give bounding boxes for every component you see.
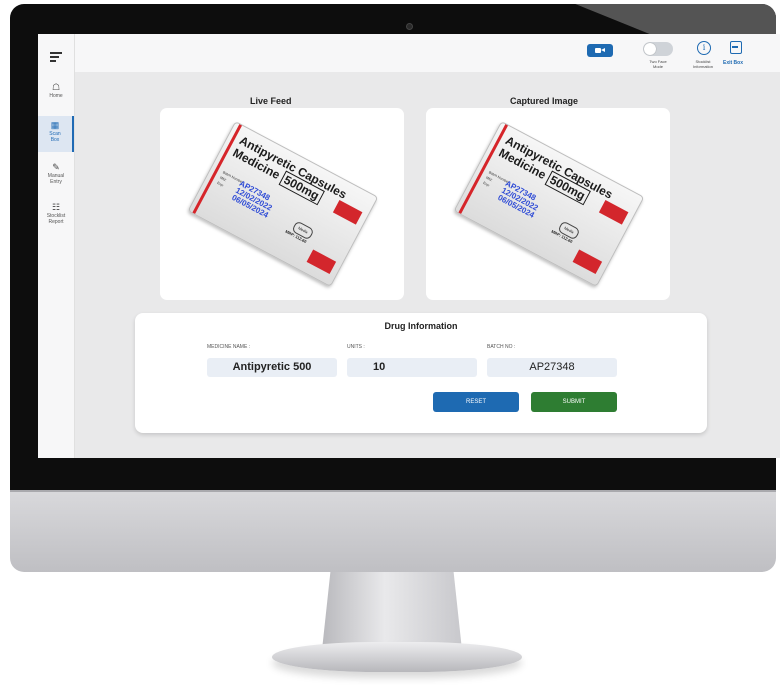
stocklist-information-button[interactable]: i <box>697 41 711 55</box>
exit-box-icon[interactable] <box>730 41 742 54</box>
monitor-chin <box>10 490 776 572</box>
medicine-pack-image: Antipyretic Capsules Medicine 500mg Batc… <box>187 120 379 288</box>
reset-button[interactable]: RESET <box>433 392 519 412</box>
sidebar-item-home[interactable]: ☖ Home <box>38 82 74 99</box>
two-face-mode-label: Two Face Mode <box>649 59 667 69</box>
submit-button[interactable]: SUBMIT <box>531 392 617 412</box>
live-feed-title: Live Feed <box>250 96 292 106</box>
app-screen: ☖ Home ▦ Scan Box ✎ Manual Entry ☷ Stock… <box>38 34 780 458</box>
sidebar-item-manual-entry[interactable]: ✎ Manual Entry <box>38 162 74 185</box>
two-face-mode-toggle[interactable] <box>643 42 673 56</box>
medicine-name-field[interactable]: Antipyretic 500 <box>207 358 337 377</box>
sidebar-item-label-line2: Report <box>48 219 64 225</box>
stocklist-information-label: Stocklist Information <box>692 59 713 69</box>
captured-image-title: Captured Image <box>510 96 579 106</box>
captured-image-panel: Antipyretic Capsules Medicine 500mg Batc… <box>426 108 670 300</box>
sidebar-item-label: Home <box>49 93 63 99</box>
camera-button[interactable] <box>587 44 613 57</box>
sidebar-item-label-line2: Box <box>50 137 60 143</box>
toggle-knob <box>644 43 656 55</box>
exit-box-label[interactable]: Exit Box <box>723 60 743 66</box>
home-icon: ☖ <box>51 82 61 92</box>
batch-no-field[interactable]: AP27348 <box>487 358 617 377</box>
top-bar: Two Face Mode i Stocklist Information Ex… <box>75 34 780 72</box>
sidebar: ☖ Home ▦ Scan Box ✎ Manual Entry ☷ Stock… <box>38 34 75 458</box>
monitor-stand-neck <box>322 572 462 650</box>
monitor-chin-edge <box>10 490 776 492</box>
drug-information-title: Drug Information <box>384 321 458 331</box>
units-label: UNITS : <box>347 344 365 350</box>
medicine-name-label: MEDICINE NAME : <box>207 344 251 350</box>
clipboard-icon: ☷ <box>51 202 61 212</box>
sidebar-item-scan-box[interactable]: ▦ Scan Box <box>38 116 74 152</box>
drug-information-card: Drug Information MEDICINE NAME : UNITS :… <box>135 313 707 433</box>
hamburger-menu-icon[interactable] <box>50 52 62 62</box>
live-feed-panel: Antipyretic Capsules Medicine 500mg Batc… <box>160 108 404 300</box>
monitor-stand-base <box>272 642 522 672</box>
medicine-pack-image: Antipyretic Capsules Medicine 500mg Batc… <box>453 120 645 288</box>
sidebar-item-label-line2: Entry <box>50 179 62 185</box>
edit-icon: ✎ <box>52 162 60 172</box>
sidebar-item-stocklist-report[interactable]: ☷ Stocklist Report <box>38 202 74 225</box>
webcam-dot <box>406 23 413 30</box>
batch-no-label: BATCH NO : <box>487 344 516 350</box>
units-field[interactable]: 10 <box>347 358 477 377</box>
scan-icon: ▦ <box>50 120 60 130</box>
